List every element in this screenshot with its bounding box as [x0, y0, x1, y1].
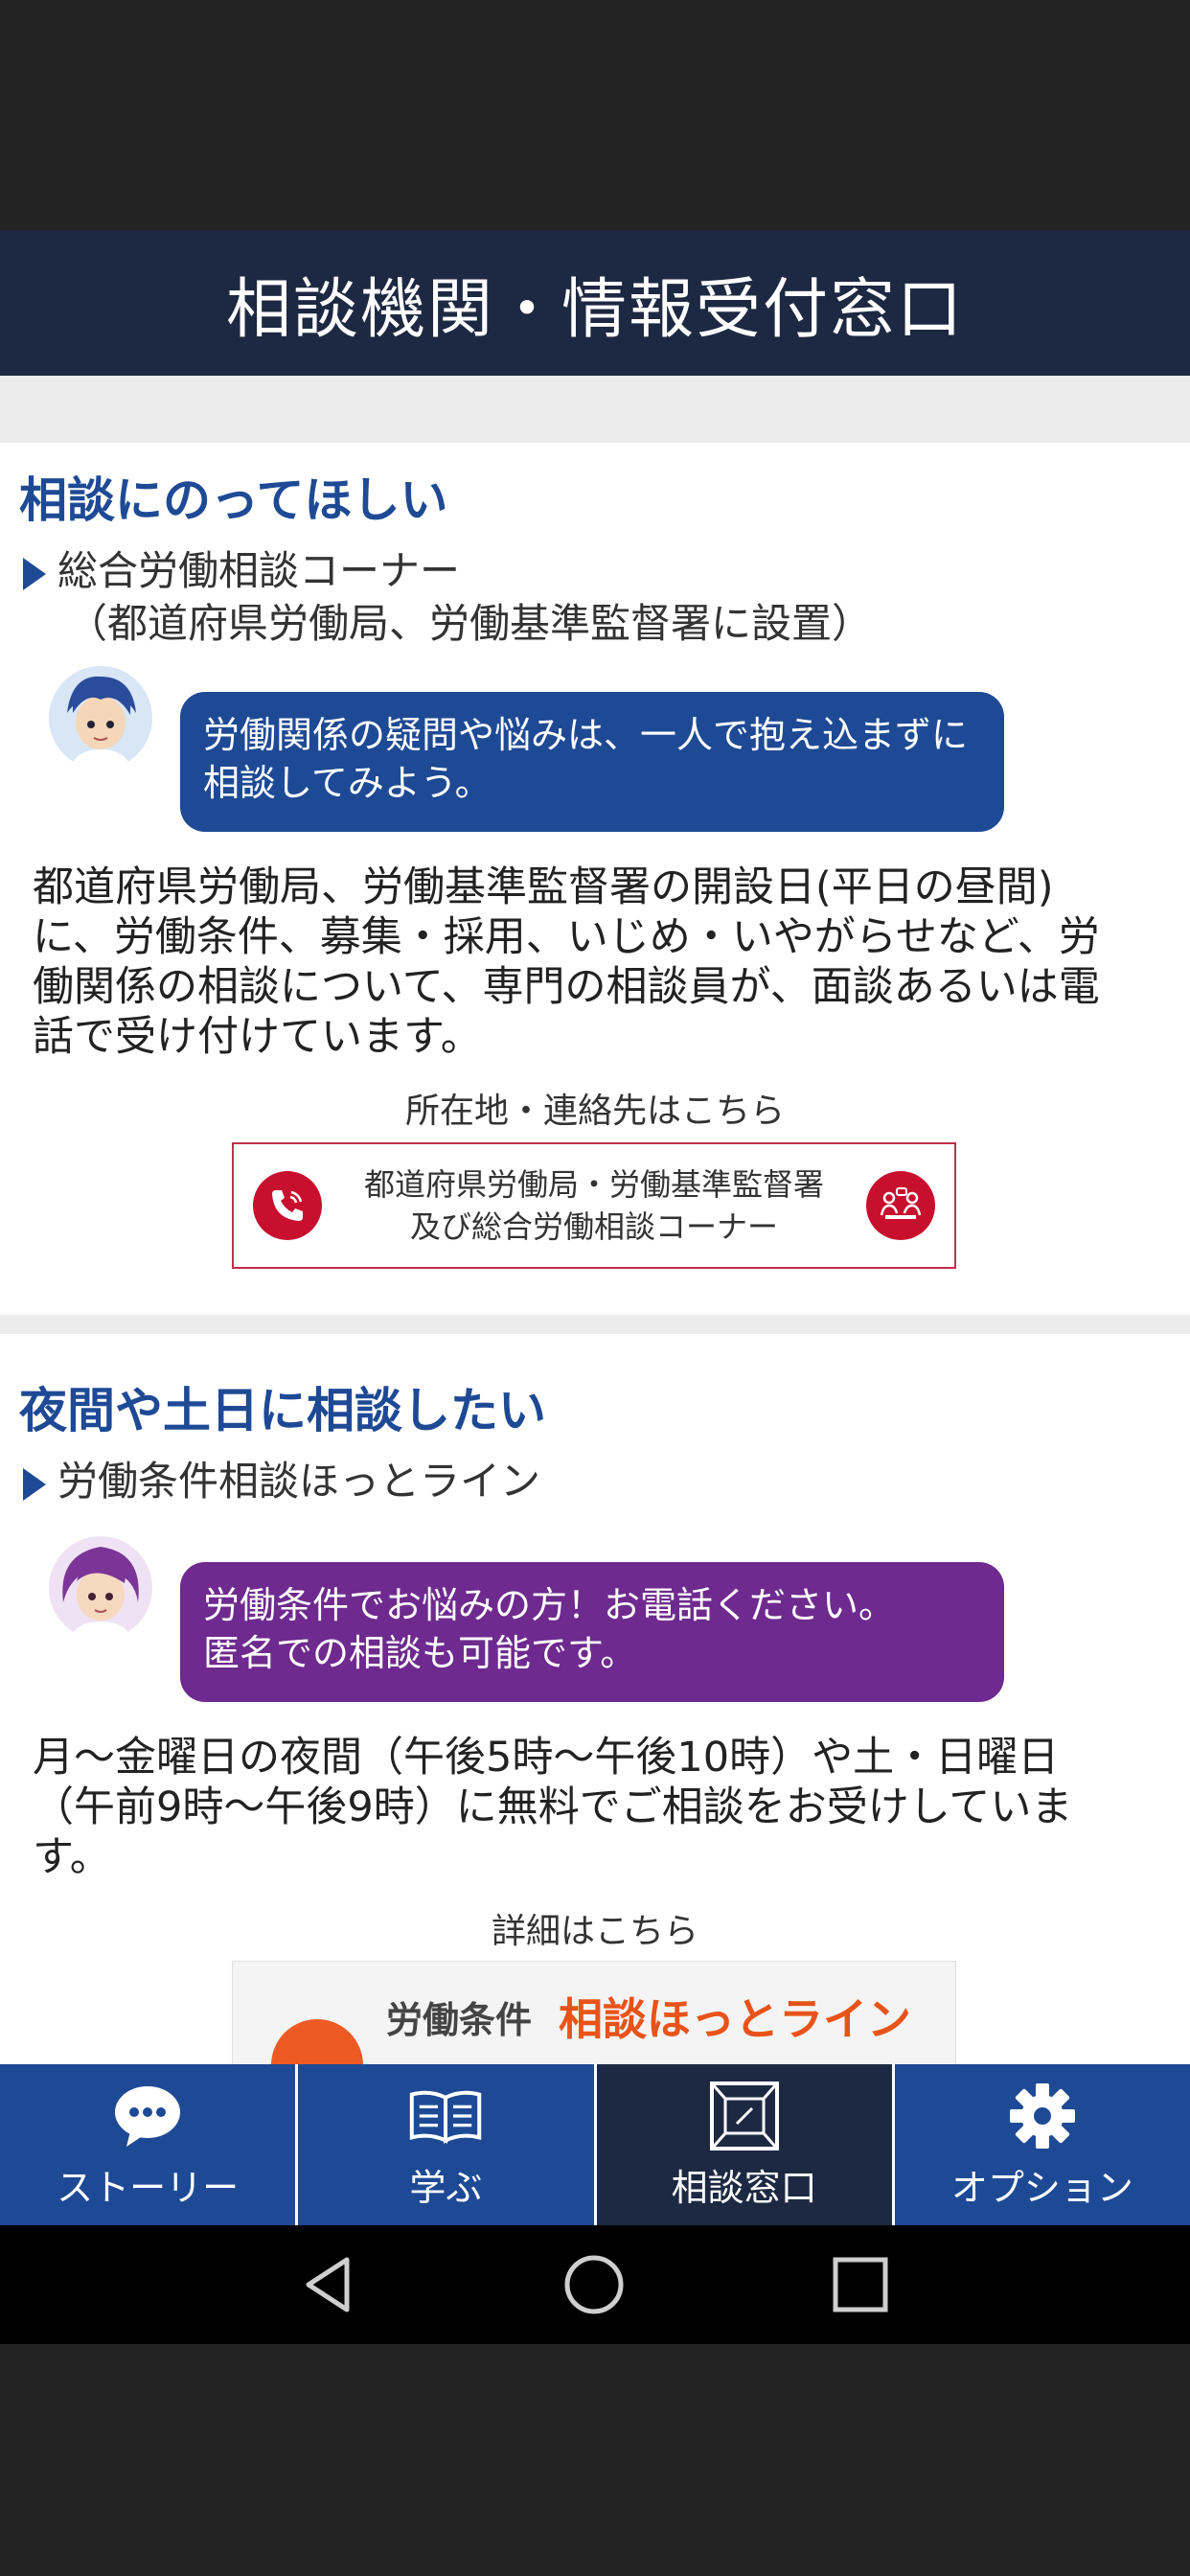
tab-learn[interactable]: 学ぶ: [298, 2064, 597, 2225]
tab-label: 相談窓口: [671, 2166, 817, 2209]
bubble-text-line2: 匿名での相談も可能です。: [203, 1632, 637, 1674]
bubble-text: 労働関係の疑問や悩みは、一人で抱え込まずに相談してみよう。: [203, 714, 969, 804]
avatar-blue-character-icon: [48, 665, 153, 770]
section-title: 相談にのってほしい: [19, 472, 448, 528]
recents-icon[interactable]: [830, 2254, 891, 2315]
section-night-weekend: 夜間や土日に相談したい 労働条件相談ほっとライン 労働条件でお悩みの方！お電話く…: [0, 1334, 1190, 2064]
status-bar-area: [0, 0, 1190, 230]
section-title: 夜間や土日に相談したい: [19, 1383, 546, 1438]
section-subnote: （都道府県労働局、労働基準監督署に設置）: [67, 600, 873, 647]
back-icon[interactable]: [299, 2254, 360, 2315]
tab-label: ストーリー: [57, 2166, 240, 2209]
triangle-bullet-icon: [23, 557, 46, 590]
banner-label: 労働条件: [386, 1999, 533, 2041]
tab-story[interactable]: ストーリー: [0, 2064, 299, 2225]
system-navigation-bar: [0, 2225, 1190, 2344]
app-header: 相談機関・情報受付窓口: [0, 230, 1190, 376]
phone-icon: [253, 1171, 322, 1240]
triangle-bullet-icon: [23, 1467, 46, 1501]
bubble-text-line1: 労働条件でお悩みの方！お電話ください。: [203, 1584, 896, 1626]
tab-consultation-window[interactable]: 相談窓口: [596, 2064, 895, 2225]
tab-options[interactable]: オプション: [895, 2064, 1190, 2225]
consultation-people-icon: [865, 1171, 935, 1240]
open-book-icon: [410, 2090, 482, 2144]
avatar-purple-character-icon: [48, 1535, 153, 1641]
tab-label: オプション: [950, 2166, 1133, 2209]
labor-bureau-link-button[interactable]: 都道府県労働局・労働基準監督署 及び総合労働相談コーナー: [232, 1142, 956, 1269]
gear-icon: [1009, 2082, 1075, 2149]
link-caption: 詳細はこちら: [491, 1912, 698, 1951]
link-label-line1: 都道府県労働局・労働基準監督署: [363, 1166, 824, 1203]
tab-label: 学ぶ: [409, 2166, 483, 2209]
section-consultation: 相談にのってほしい 総合労働相談コーナー （都道府県労働局、労働基準監督署に設置…: [0, 443, 1190, 1315]
section-body: 都道府県労働局、労働基準監督署の開設日(平日の昼間)に、労働条件、募集・採用、い…: [33, 863, 1100, 1061]
link-label: 都道府県労働局・労働基準監督署 及び総合労働相談コーナー: [364, 1163, 824, 1248]
chat-bubble-icon: [115, 2085, 181, 2147]
hotline-banner-link[interactable]: 労働条件 相談ほっとライン: [232, 1961, 956, 2064]
subtitle-text: 労働条件相談ほっとライン: [57, 1458, 541, 1505]
speech-bubble: 労働条件でお悩みの方！お電話ください。 匿名での相談も可能です。: [180, 1562, 1004, 1702]
bottom-tab-bar: ストーリー 学ぶ 相談窓口 オプション: [0, 2064, 1190, 2225]
section-body: 月～金曜日の夜間（午後5時～午後10時）や土・日曜日（午前9時～午後9時）に無料…: [33, 1734, 1073, 1881]
content-scroll-area[interactable]: 相談にのってほしい 総合労働相談コーナー （都道府県労働局、労働基準監督署に設置…: [0, 376, 1190, 2064]
subtitle-text: 総合労働相談コーナー: [57, 547, 461, 594]
section-subtitle: 総合労働相談コーナー: [23, 539, 460, 597]
speech-bubble: 労働関係の疑問や悩みは、一人で抱え込まずに相談してみよう。: [180, 692, 1004, 832]
link-label-line2: 及び総合労働相談コーナー: [409, 1208, 778, 1245]
phone-icon: [271, 2019, 363, 2064]
link-caption: 所在地・連絡先はこちら: [404, 1092, 785, 1131]
page-title: 相談機関・情報受付窓口: [225, 271, 964, 348]
bottom-padding: [0, 2344, 1190, 2576]
section-subtitle: 労働条件相談ほっとライン: [23, 1449, 540, 1507]
home-icon[interactable]: [563, 2254, 625, 2315]
window-icon: [709, 2081, 779, 2150]
banner-title: 相談ほっとライン: [559, 1993, 911, 2045]
